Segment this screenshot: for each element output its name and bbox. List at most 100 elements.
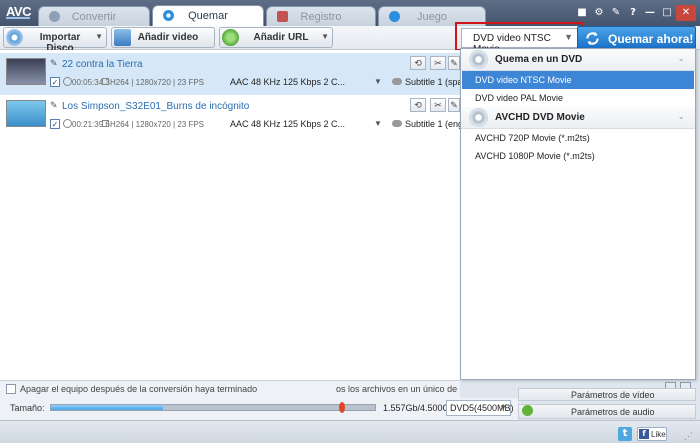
file-video-info: H264 | 1280x720 | 23 FPS bbox=[110, 120, 204, 129]
tab-convertir[interactable]: Convertir bbox=[38, 6, 150, 26]
disc-type-select[interactable]: DVD5(4500MB) ▼ bbox=[446, 400, 514, 416]
refresh-icon bbox=[586, 31, 599, 46]
file-video-info: H264 | 1280x720 | 23 FPS bbox=[110, 78, 204, 87]
like-label: Like bbox=[651, 430, 666, 439]
tab-label: Quemar bbox=[188, 10, 228, 22]
facebook-like-button[interactable]: f Like bbox=[637, 427, 667, 441]
video-thumbnail bbox=[6, 100, 46, 127]
size-label: Tamaño: bbox=[10, 403, 45, 413]
tab-quemar[interactable]: Quemar bbox=[152, 5, 264, 26]
chevron-down-icon[interactable]: ⌄ bbox=[677, 111, 685, 122]
clock-icon bbox=[63, 77, 72, 86]
shutdown-checkbox[interactable] bbox=[6, 384, 16, 394]
logo-underline bbox=[6, 17, 30, 19]
audio-icon bbox=[522, 405, 533, 416]
scissors-icon[interactable]: ✂ bbox=[430, 56, 446, 70]
status-bar: t f Like ⋰ bbox=[0, 420, 700, 443]
tools-icon[interactable]: ✎ bbox=[608, 5, 624, 21]
group-label: AVCHD DVD Movie bbox=[495, 112, 585, 123]
video-params-label: Parámetros de vídeo bbox=[571, 390, 655, 400]
chevron-down-icon[interactable]: ▼ bbox=[374, 77, 382, 86]
edit-title-icon[interactable]: ✎ bbox=[50, 58, 58, 69]
resize-grip-icon[interactable]: ⋰ bbox=[684, 431, 693, 442]
twitter-icon[interactable]: t bbox=[618, 427, 632, 441]
profile-option[interactable]: DVD video PAL Movie bbox=[462, 89, 694, 107]
disc-add-icon bbox=[6, 29, 23, 46]
subtitle-icon bbox=[392, 78, 402, 85]
chevron-down-icon: ▼ bbox=[499, 403, 507, 412]
rotate-icon[interactable]: ⟲ bbox=[410, 98, 426, 112]
group-header-avchd[interactable]: AVCHD DVD Movie ⌄ bbox=[461, 107, 695, 129]
option-label: AVCHD 1080P Movie (*.m2ts) bbox=[475, 151, 595, 161]
edit-title-icon[interactable]: ✎ bbox=[50, 100, 58, 111]
capacity-marker-icon bbox=[339, 402, 345, 413]
gear-icon[interactable]: ⚙ bbox=[591, 5, 607, 21]
facebook-icon: f bbox=[639, 429, 649, 439]
subtitle-select[interactable]: Subtitle 1 (eng) bbox=[405, 119, 466, 129]
video-params-button[interactable]: Parámetros de vídeo bbox=[518, 388, 696, 401]
effects-icon[interactable]: ✎ bbox=[448, 56, 460, 70]
scissors-icon[interactable]: ✂ bbox=[430, 98, 446, 112]
file-row[interactable]: ✎ Los Simpson_S32E01_Burns de incógnito … bbox=[0, 95, 480, 137]
import-disc-button[interactable]: Importar Disco ▼ bbox=[3, 27, 107, 54]
chevron-down-icon[interactable]: ⌄ bbox=[677, 53, 685, 64]
tab-label: Registro bbox=[300, 11, 342, 23]
group-label: Quema en un DVD bbox=[495, 54, 583, 65]
film-add-icon bbox=[114, 29, 131, 46]
chevron-down-icon: ▼ bbox=[95, 32, 103, 41]
window-controls: ■ ⚙ ✎ ? — □ ✕ bbox=[574, 5, 696, 21]
merge-label: os los archivos en un único de salid bbox=[336, 384, 460, 394]
rotate-icon[interactable]: ⟲ bbox=[410, 56, 426, 70]
tab-label: Convertir bbox=[71, 11, 117, 23]
title-bar: AVC Convertir Quemar Registro Juego ■ ⚙ … bbox=[0, 0, 700, 26]
options-bar: Apagar el equipo después de la conversió… bbox=[0, 380, 460, 398]
file-title[interactable]: 22 contra la Tierra bbox=[62, 59, 143, 70]
file-checkbox[interactable]: ✓ bbox=[50, 119, 60, 129]
add-url-label: Añadir URL bbox=[253, 32, 309, 43]
audio-track-select[interactable]: AAC 48 KHz 125 Kbps 2 C... bbox=[230, 77, 345, 87]
gift-icon[interactable]: ■ bbox=[574, 5, 590, 21]
hd-disc-icon bbox=[469, 108, 488, 127]
audio-params-button[interactable]: Parámetros de audio bbox=[518, 404, 696, 419]
size-track bbox=[50, 402, 376, 413]
profile-option[interactable]: AVCHD 720P Movie (*.m2ts) bbox=[462, 129, 694, 147]
disc-size-bar: Tamaño: 1.557Gb/4.500Gb DVD5(4500MB) ▼ bbox=[0, 398, 518, 420]
option-label: DVD video NTSC Movie bbox=[475, 75, 572, 85]
effects-icon[interactable]: ✎ bbox=[448, 98, 460, 112]
close-icon[interactable]: ✕ bbox=[676, 5, 696, 21]
burn-now-label: Quemar ahora! bbox=[608, 32, 694, 46]
profile-option[interactable]: AVCHD 1080P Movie (*.m2ts) bbox=[462, 147, 694, 165]
audio-track-select[interactable]: AAC 48 KHz 125 Kbps 2 C... bbox=[230, 119, 345, 129]
size-value: 1.557Gb/4.500Gb bbox=[383, 403, 455, 413]
maximize-icon[interactable]: □ bbox=[659, 5, 675, 21]
subtitle-icon bbox=[392, 120, 402, 127]
profile-option[interactable]: DVD video NTSC Movie bbox=[462, 71, 694, 89]
file-row[interactable]: ✎ 22 contra la Tierra ✓ 00:05:34.3 H264 … bbox=[0, 53, 480, 95]
chevron-down-icon[interactable]: ▼ bbox=[374, 119, 382, 128]
add-video-label: Añadir video bbox=[137, 32, 199, 43]
video-info-icon bbox=[102, 120, 109, 127]
file-list: ✎ 22 contra la Tierra ✓ 00:05:34.3 H264 … bbox=[0, 50, 480, 380]
disc-icon bbox=[469, 50, 488, 69]
minimize-icon[interactable]: — bbox=[642, 5, 658, 21]
option-label: AVCHD 720P Movie (*.m2ts) bbox=[475, 133, 590, 143]
highlight-frame bbox=[455, 22, 583, 51]
size-fill bbox=[51, 405, 164, 410]
file-title[interactable]: Los Simpson_S32E01_Burns de incógnito bbox=[62, 101, 249, 112]
audio-params-label: Parámetros de audio bbox=[571, 407, 655, 417]
help-icon[interactable]: ? bbox=[625, 5, 641, 21]
toolbar: Importar Disco ▼ Añadir video Añadir URL… bbox=[0, 22, 700, 55]
globe-add-icon bbox=[222, 29, 239, 46]
chevron-down-icon: ▼ bbox=[321, 32, 329, 41]
group-header-dvd[interactable]: Quema en un DVD ⌄ bbox=[461, 49, 695, 71]
burn-now-button[interactable]: Quemar ahora! bbox=[577, 26, 696, 50]
clock-icon bbox=[63, 119, 72, 128]
add-url-button[interactable]: Añadir URL ▼ bbox=[219, 27, 333, 48]
add-video-button[interactable]: Añadir video bbox=[111, 27, 215, 48]
tab-registro[interactable]: Registro bbox=[266, 6, 376, 26]
profile-dropdown: Quema en un DVD ⌄ DVD video NTSC Movie D… bbox=[460, 48, 696, 393]
video-info-icon bbox=[102, 78, 109, 85]
option-label: DVD video PAL Movie bbox=[475, 93, 564, 103]
file-checkbox[interactable]: ✓ bbox=[50, 77, 60, 87]
subtitle-select[interactable]: Subtitle 1 (spa) bbox=[405, 77, 466, 87]
